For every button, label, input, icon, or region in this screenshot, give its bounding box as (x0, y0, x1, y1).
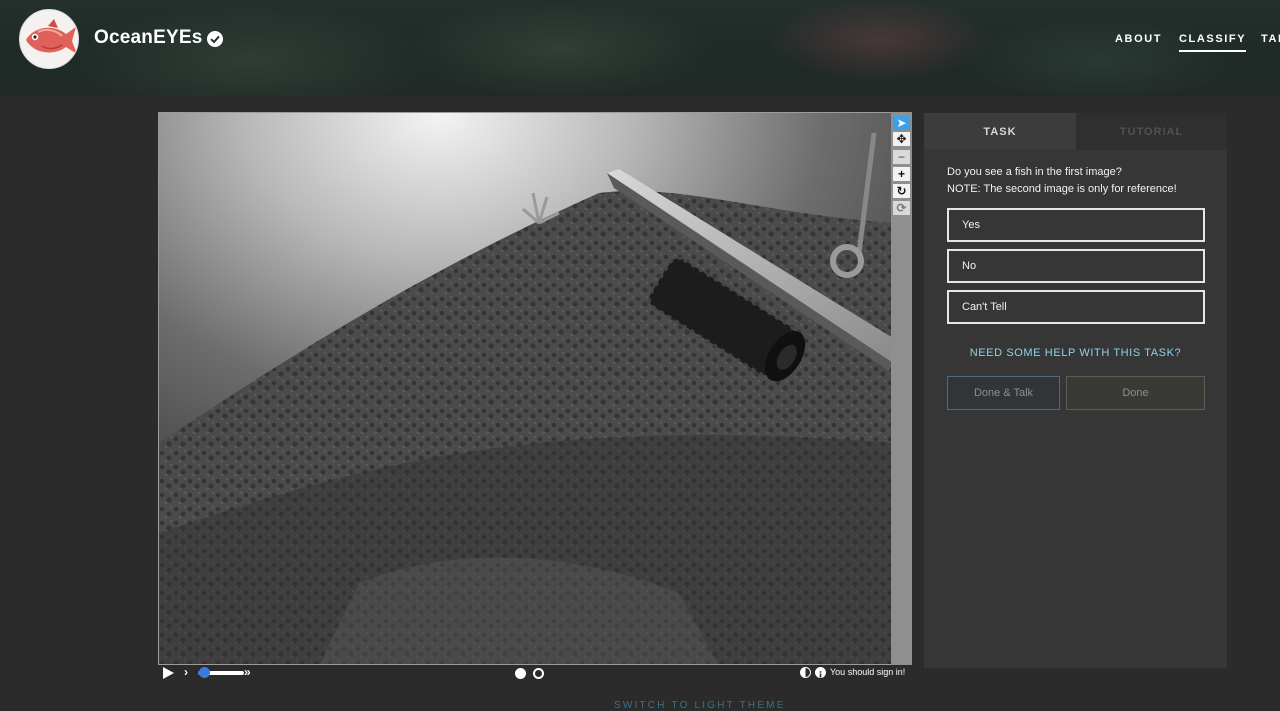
frame-2-dot[interactable] (533, 668, 544, 679)
rotate-icon[interactable]: ↻ (893, 184, 910, 198)
answer-cant-tell-button[interactable]: Can't Tell (947, 290, 1205, 324)
answer-no-button[interactable]: No (947, 249, 1205, 283)
tab-task[interactable]: TASK (924, 113, 1076, 150)
switch-theme-link[interactable]: SWITCH TO LIGHT THEME (614, 700, 786, 711)
subject-image[interactable] (158, 112, 892, 665)
invert-icon[interactable] (800, 667, 811, 678)
viewer-controls: › » You should sign in! (158, 664, 913, 682)
nav-talk[interactable]: TAL (1261, 33, 1280, 45)
speed-slider-thumb[interactable] (199, 667, 210, 678)
faster-icon[interactable]: » (244, 665, 251, 679)
sign-in-notice[interactable]: You should sign in! (830, 667, 905, 677)
pointer-icon[interactable]: ➤ (893, 116, 910, 130)
done-button[interactable]: Done (1066, 376, 1205, 410)
move-icon[interactable]: ✥ (893, 132, 910, 146)
question-line-2: NOTE: The second image is only for refer… (947, 183, 1177, 195)
question-line-1: Do you see a fish in the first image? (947, 166, 1122, 178)
viewer-toolbar: ➤ ✥ − + ↻ ⟳ (891, 112, 912, 665)
project-nav: ABOUT CLASSIFY TAL (0, 33, 1280, 53)
zoom-in-icon[interactable]: + (893, 167, 910, 181)
project-header: OceanEYEs ABOUT CLASSIFY TAL (0, 0, 1280, 96)
play-icon[interactable] (163, 667, 174, 679)
done-and-talk-button[interactable]: Done & Talk (947, 376, 1060, 410)
task-question: Do you see a fish in the first image? NO… (947, 164, 1177, 198)
slower-icon[interactable]: › (184, 665, 188, 679)
task-panel: TASK TUTORIAL Do you see a fish in the f… (924, 113, 1227, 668)
tab-tutorial[interactable]: TUTORIAL (1076, 113, 1227, 150)
help-link[interactable]: NEED SOME HELP WITH THIS TASK? (924, 347, 1227, 359)
underwater-photo (159, 113, 891, 664)
zoom-out-icon[interactable]: − (893, 150, 910, 164)
nav-classify[interactable]: CLASSIFY (1179, 33, 1247, 52)
info-icon[interactable] (815, 667, 826, 678)
nav-about[interactable]: ABOUT (1115, 33, 1162, 45)
frame-1-dot[interactable] (515, 668, 526, 679)
reset-icon[interactable]: ⟳ (893, 201, 910, 215)
answer-yes-button[interactable]: Yes (947, 208, 1205, 242)
